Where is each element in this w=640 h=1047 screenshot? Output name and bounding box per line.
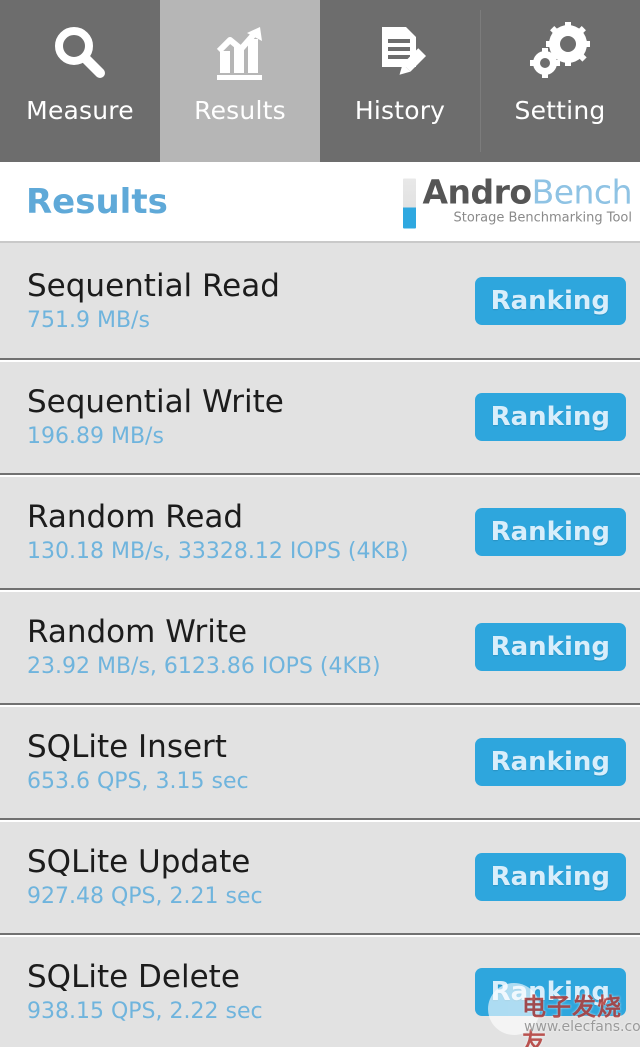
tab-setting[interactable]: Setting	[480, 0, 640, 162]
results-list: Sequential Read 751.9 MB/s Ranking Seque…	[0, 243, 640, 1047]
result-title: SQLite Update	[27, 843, 251, 880]
ranking-button[interactable]: Ranking	[474, 622, 626, 671]
result-texts: Sequential Write 196.89 MB/s	[27, 384, 284, 450]
result-texts: Random Write 23.92 MB/s, 6123.86 IOPS (4…	[27, 614, 381, 680]
result-value: 196.89 MB/s	[27, 423, 164, 449]
logo-text: AndroBench Storage Benchmarking Tool	[422, 175, 632, 226]
logo-word-bench: Bench	[531, 172, 633, 211]
bar-chart-icon	[203, 16, 277, 90]
androbench-logo: AndroBench Storage Benchmarking Tool	[403, 175, 633, 228]
gears-icon	[523, 16, 597, 90]
ranking-button[interactable]: Ranking	[474, 507, 626, 556]
result-value: 751.9 MB/s	[27, 307, 150, 333]
result-row: Sequential Write 196.89 MB/s Ranking	[0, 358, 640, 473]
result-row: SQLite Delete 938.15 QPS, 2.22 sec Ranki…	[0, 933, 640, 1047]
result-row: SQLite Update 927.48 QPS, 2.21 sec Ranki…	[0, 818, 640, 933]
tab-history[interactable]: History	[320, 0, 480, 162]
ranking-button[interactable]: Ranking	[474, 392, 626, 441]
result-value: 130.18 MB/s, 33328.12 IOPS (4KB)	[27, 538, 409, 564]
logo-word-andro: Andro	[422, 172, 532, 211]
result-row: SQLite Insert 653.6 QPS, 3.15 sec Rankin…	[0, 703, 640, 818]
result-row: Random Read 130.18 MB/s, 33328.12 IOPS (…	[0, 473, 640, 588]
result-texts: Sequential Read 751.9 MB/s	[27, 268, 280, 334]
page-header: Results AndroBench Storage Benchmarking …	[0, 162, 640, 243]
result-row: Sequential Read 751.9 MB/s Ranking	[0, 243, 640, 358]
logo-thermometer-icon	[403, 178, 417, 228]
page-title: Results	[26, 181, 168, 222]
ranking-button[interactable]: Ranking	[474, 852, 626, 901]
result-value: 938.15 QPS, 2.22 sec	[27, 998, 263, 1024]
result-title: SQLite Insert	[27, 728, 227, 765]
ranking-button[interactable]: Ranking	[474, 737, 626, 786]
result-texts: Random Read 130.18 MB/s, 33328.12 IOPS (…	[27, 499, 409, 565]
ranking-button[interactable]: Ranking	[474, 276, 626, 325]
main-tabbar: Measure Results History Setting	[0, 0, 640, 162]
result-value: 653.6 QPS, 3.15 sec	[27, 768, 249, 794]
result-title: Sequential Write	[27, 383, 284, 420]
tab-label-setting: Setting	[514, 96, 606, 125]
tab-label-results: Results	[194, 96, 286, 125]
document-pencil-icon	[363, 16, 437, 90]
logo-wordmark: AndroBench	[422, 175, 632, 209]
tab-label-measure: Measure	[26, 96, 134, 125]
result-texts: SQLite Update 927.48 QPS, 2.21 sec	[27, 844, 263, 910]
ranking-button[interactable]: Ranking	[474, 967, 626, 1016]
result-title: Random Read	[27, 498, 244, 535]
result-title: SQLite Delete	[27, 958, 240, 995]
result-value: 23.92 MB/s, 6123.86 IOPS (4KB)	[27, 653, 381, 679]
result-texts: SQLite Insert 653.6 QPS, 3.15 sec	[27, 729, 249, 795]
result-title: Sequential Read	[27, 267, 280, 304]
result-value: 927.48 QPS, 2.21 sec	[27, 883, 263, 909]
result-title: Random Write	[27, 613, 248, 650]
androbench-results-screen: Measure Results History Setting Results …	[0, 0, 640, 1047]
result-row: Random Write 23.92 MB/s, 6123.86 IOPS (4…	[0, 588, 640, 703]
magnifier-icon	[43, 16, 117, 90]
tab-measure[interactable]: Measure	[0, 0, 160, 162]
tab-label-history: History	[354, 96, 446, 125]
logo-tagline: Storage Benchmarking Tool	[453, 210, 632, 225]
result-texts: SQLite Delete 938.15 QPS, 2.22 sec	[27, 959, 263, 1025]
tab-results[interactable]: Results	[160, 0, 320, 162]
